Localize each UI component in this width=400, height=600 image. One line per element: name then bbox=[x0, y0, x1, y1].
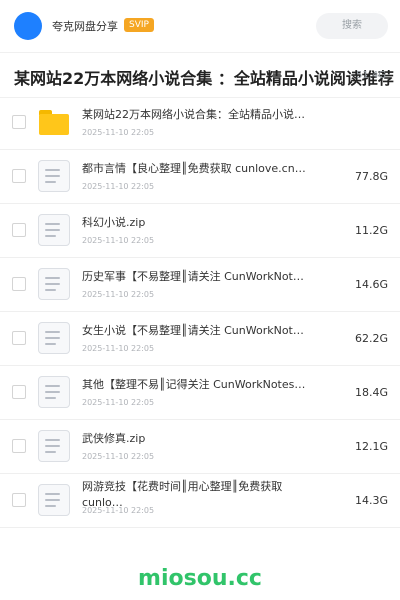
document-icon bbox=[37, 483, 71, 517]
file-date: 2025-11-10 22:05 bbox=[82, 506, 155, 515]
document-icon bbox=[37, 321, 71, 355]
file-size: 62.2G bbox=[354, 332, 388, 345]
file-date: 2025-11-10 22:05 bbox=[82, 344, 155, 353]
file-row[interactable]: 武侠修真.zip 2025-11-10 22:05 12.1G bbox=[0, 420, 400, 474]
row-checkbox[interactable] bbox=[12, 277, 26, 291]
document-icon bbox=[37, 429, 71, 463]
file-row[interactable]: 都市言情【良心整理║免费获取 cunlove.cn… 2025-11-10 22:… bbox=[0, 150, 400, 204]
file-row[interactable]: 历史军事【不易整理║请关注 CunWorkNote… 2025-11-10 22:… bbox=[0, 258, 400, 312]
file-date: 2025-11-10 22:05 bbox=[82, 290, 155, 299]
footer: miosou.cc bbox=[0, 558, 400, 600]
file-row[interactable]: 网游竞技【花费时间║用心整理║免费获取 cunlo… 2025-11-10 22:… bbox=[0, 474, 400, 528]
file-date: 2025-11-10 22:05 bbox=[82, 182, 155, 191]
file-size: 77.8G bbox=[354, 170, 388, 183]
file-row[interactable]: 科幻小说.zip 2025-11-10 22:05 11.2G bbox=[0, 204, 400, 258]
avatar[interactable] bbox=[14, 12, 42, 40]
file-size: 18.4G bbox=[354, 386, 388, 399]
row-checkbox[interactable] bbox=[12, 331, 26, 345]
file-row[interactable]: 其他【整理不易║记得关注 CunWorkNotes… 2025-11-10 22:… bbox=[0, 366, 400, 420]
document-icon bbox=[37, 159, 71, 193]
file-date: 2025-11-10 22:05 bbox=[82, 398, 155, 407]
file-row[interactable]: 某网站22万本网络小说合集：全站精品小说阅读推荐 2025-11-10 22:05 bbox=[0, 96, 400, 150]
file-name[interactable]: 都市言情【良心整理║免费获取 cunlove.cn… bbox=[82, 160, 308, 176]
svip-badge: SVIP bbox=[124, 18, 154, 32]
brand-label: 夸克网盘分享 bbox=[52, 20, 118, 33]
row-checkbox[interactable] bbox=[12, 493, 26, 507]
folder-icon bbox=[37, 105, 71, 139]
file-row[interactable]: 女生小说【不易整理║请关注 CunWorkNote… 2025-11-10 22:… bbox=[0, 312, 400, 366]
file-date: 2025-11-10 22:05 bbox=[82, 128, 155, 137]
file-size: 14.6G bbox=[354, 278, 388, 291]
search-button[interactable]: 搜索 bbox=[316, 13, 388, 39]
footer-watermark: miosou.cc bbox=[138, 566, 262, 591]
row-checkbox[interactable] bbox=[12, 223, 26, 237]
document-icon bbox=[37, 213, 71, 247]
file-name[interactable]: 科幻小说.zip bbox=[82, 214, 308, 230]
title-row: 某网站22万本网络小说合集 ：全站精品小说阅读推荐 51.4G bbox=[0, 52, 400, 98]
file-name[interactable]: 其他【整理不易║记得关注 CunWorkNotes… bbox=[82, 376, 308, 392]
file-name[interactable]: 历史军事【不易整理║请关注 CunWorkNote… bbox=[82, 268, 308, 284]
document-icon bbox=[37, 267, 71, 301]
file-list: 某网站22万本网络小说合集：全站精品小说阅读推荐 2025-11-10 22:05… bbox=[0, 96, 400, 528]
file-size: 14.3G bbox=[354, 494, 388, 507]
row-checkbox[interactable] bbox=[12, 439, 26, 453]
file-name[interactable]: 女生小说【不易整理║请关注 CunWorkNote… bbox=[82, 322, 308, 338]
header: 夸克网盘分享 SVIP 搜索 bbox=[0, 0, 400, 52]
document-icon bbox=[37, 375, 71, 409]
row-checkbox[interactable] bbox=[12, 115, 26, 129]
row-checkbox[interactable] bbox=[12, 385, 26, 399]
file-date: 2025-11-10 22:05 bbox=[82, 452, 155, 461]
file-size: 11.2G bbox=[354, 224, 388, 237]
row-checkbox[interactable] bbox=[12, 169, 26, 183]
total-size: 51.4G bbox=[355, 70, 386, 81]
page-title: 某网站22万本网络小说合集 ：全站精品小说阅读推荐 bbox=[14, 69, 394, 88]
file-size: 12.1G bbox=[354, 440, 388, 453]
file-name[interactable]: 武侠修真.zip bbox=[82, 430, 308, 446]
file-date: 2025-11-10 22:05 bbox=[82, 236, 155, 245]
file-name[interactable]: 某网站22万本网络小说合集：全站精品小说阅读推荐 bbox=[82, 106, 308, 122]
